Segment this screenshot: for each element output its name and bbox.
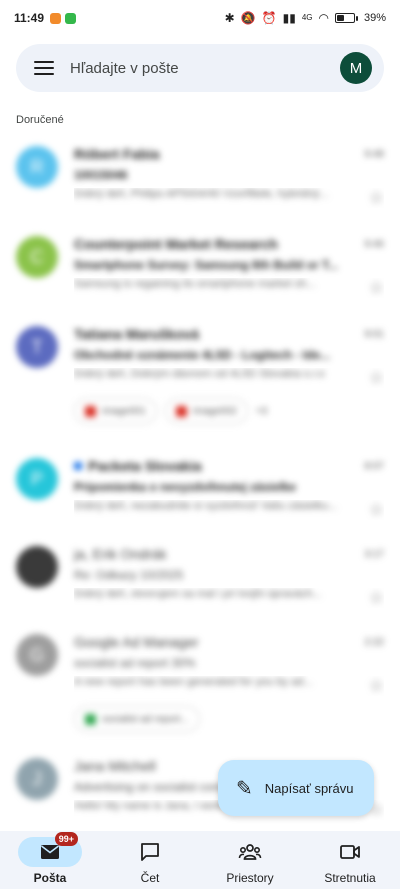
attachment-chips: socialist ad report... xyxy=(74,706,384,732)
attachment-chips: image001 image002 +3 xyxy=(74,398,384,424)
unread-badge: 99+ xyxy=(54,832,78,846)
battery-percent: 39% xyxy=(363,12,386,24)
mail-snippet: Dobrý deň, otvorujem sa mal i pri tvojhi… xyxy=(74,588,322,600)
chat-icon xyxy=(141,843,159,861)
nav-meet-label: Stretnutia xyxy=(324,871,376,885)
mail-snippet: Dobrý deň, Dobrým dávnom od 4L5D Slovaki… xyxy=(74,368,325,380)
sender-avatar xyxy=(16,546,58,588)
mail-sender: Counterpoint Market Research xyxy=(74,236,278,252)
mail-sender: Packeta Slovakia xyxy=(88,458,202,474)
mail-subject: Re: Odkazy 10/2025 xyxy=(74,568,184,582)
mail-row[interactable]: ja, Erik Ondrák 3:17 Re: Odkazy 10/2025 Dob… xyxy=(0,530,400,608)
sender-avatar: P xyxy=(16,458,58,500)
mail-snippet: Dobrý deň, Philips AP5004/40 Vzorfiltele… xyxy=(74,188,329,200)
status-time: 11:49 xyxy=(14,11,45,25)
attachment-chip[interactable]: image002 xyxy=(164,398,248,424)
bottom-navigation: 99+ Pošta Čet Priestory Stretnutia xyxy=(0,831,400,889)
mail-row[interactable]: T Tatiana Marušková 9:01 Obchodné oznámenie… xyxy=(0,310,400,424)
nav-spaces[interactable]: Priestory xyxy=(200,831,300,889)
mail-subject: Pripomienka o nevyzdvihnutej zásielke xyxy=(74,480,297,494)
spaces-icon xyxy=(238,844,262,860)
sender-avatar: C xyxy=(16,236,58,278)
pencil-icon: ✎ xyxy=(236,777,253,800)
mail-subject: Smartphone Survey: Samsung 8th Build or … xyxy=(74,258,339,272)
attachment-name: socialist ad report... xyxy=(102,713,189,725)
sender-avatar: T xyxy=(16,326,58,368)
attachment-icon xyxy=(85,713,96,725)
mail-row[interactable]: G Google Ad Manager 2:22 socialist ad repor… xyxy=(0,618,400,732)
sender-avatar: G xyxy=(16,634,58,676)
attachment-chip[interactable]: image001 xyxy=(74,398,157,424)
nav-chat[interactable]: Čet xyxy=(100,831,200,889)
mail-row[interactable]: C Counterpoint Market Research 9:46 Smartph… xyxy=(0,220,400,298)
mute-icon: 🔕 xyxy=(240,11,256,25)
mail-sender: Róbert Fabia xyxy=(74,146,160,162)
star-icon[interactable]: ☆ xyxy=(369,588,384,608)
mail-time: 2:22 xyxy=(364,636,384,648)
mail-sender: Google Ad Manager xyxy=(74,634,199,650)
mail-subject: socialist ad report 30% xyxy=(74,656,196,670)
menu-icon[interactable] xyxy=(34,61,54,75)
important-icon xyxy=(74,462,82,470)
bluetooth-icon: ✱ xyxy=(224,11,235,25)
mail-snippet: Dobrý deň, nezabudnite si vyzdvihnúť Vaš… xyxy=(74,500,338,512)
star-icon[interactable]: ☆ xyxy=(369,188,384,208)
video-icon xyxy=(340,845,360,859)
compose-label: Napísať správu xyxy=(264,780,354,796)
mail-subject: 10015046 xyxy=(74,168,128,182)
nav-meet[interactable]: Stretnutia xyxy=(300,831,400,889)
compose-button[interactable]: ✎ Napísať správu xyxy=(218,760,374,816)
attachment-name: image002 xyxy=(192,405,237,417)
network-label: 4G xyxy=(301,13,313,22)
mail-sender: Tatiana Marušková xyxy=(74,326,200,342)
nav-mail[interactable]: 99+ Pošta xyxy=(0,831,100,889)
more-attachments: +3 xyxy=(255,405,268,417)
star-icon[interactable]: ☆ xyxy=(369,278,384,298)
attachment-icon xyxy=(85,405,96,417)
whatsapp-icon xyxy=(65,12,77,24)
signal-icon: ▮▮ xyxy=(282,11,296,25)
mail-snippet: Samsung is regaining its smartphone mark… xyxy=(74,278,316,290)
mail-time: 9:46 xyxy=(364,238,384,250)
sender-avatar: J xyxy=(16,758,58,800)
nav-chat-label: Čet xyxy=(140,871,160,885)
mail-time: 9:48 xyxy=(364,148,384,160)
attachment-icon xyxy=(175,405,187,417)
mail-row[interactable]: R Róbert Fabia 9:48 10015046 Dobrý deň, Phil… xyxy=(0,130,400,208)
alarm-icon: ⏰ xyxy=(261,11,277,25)
mail-list: R Róbert Fabia 9:48 10015046 Dobrý deň, Phil… xyxy=(0,130,400,830)
mail-sender: ja, Erik Ondrák xyxy=(74,546,167,562)
battery-icon xyxy=(334,13,358,23)
mail-subject: Obchodné oznámenie 4L5D - Logitech - Ide… xyxy=(74,348,331,362)
mail-time: 8:07 xyxy=(364,460,384,472)
search-bar[interactable]: Hľadajte v pošte M xyxy=(16,44,384,92)
nav-mail-label: Pošta xyxy=(33,871,67,885)
attachment-name: image001 xyxy=(102,405,146,417)
notification-app-icon xyxy=(50,12,62,24)
mail-snippet: A new report has been generated for you … xyxy=(74,676,313,688)
sender-avatar: R xyxy=(16,146,58,188)
inbox-label: Doručené xyxy=(16,114,64,126)
nav-spaces-label: Priestory xyxy=(226,871,274,885)
mail-row[interactable]: P Packeta Slovakia 8:07 Pripomienka o nevyz… xyxy=(0,442,400,520)
wifi-icon: ◠ xyxy=(318,11,329,25)
mail-time: 9:01 xyxy=(364,328,384,340)
star-icon[interactable]: ☆ xyxy=(369,500,384,520)
star-icon[interactable]: ☆ xyxy=(369,676,384,696)
search-input[interactable]: Hľadajte v pošte xyxy=(70,60,340,77)
status-bar: 11:49 ✱ 🔕 ⏰ ▮▮ 4G ◠ 39% xyxy=(0,0,400,36)
star-icon[interactable]: ☆ xyxy=(369,368,384,388)
mail-time: 3:17 xyxy=(364,548,384,560)
attachment-chip[interactable]: socialist ad report... xyxy=(74,706,200,732)
account-avatar[interactable]: M xyxy=(340,52,372,84)
